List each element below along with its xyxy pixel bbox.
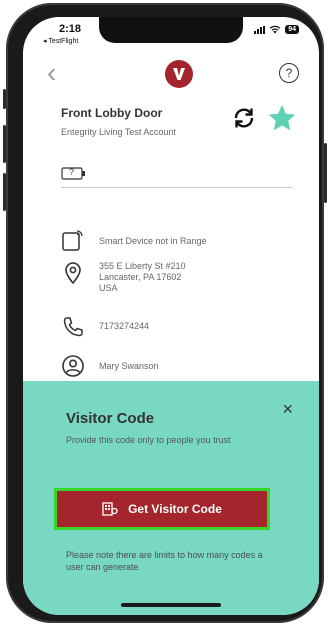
wifi-icon [269,25,281,34]
address-line-1: 355 E Liberty St #210 [99,261,186,271]
contact-row: Mary Swanson [61,354,159,378]
limit-note: Please note there are limits to how many… [66,550,263,572]
phone-frame: 2:18 ◂ TestFlight 94 ‹ ? Front Lobby Doo… [3,3,327,623]
sheet-subtitle: Provide this code only to people you tru… [66,435,231,445]
device-name: Front Lobby Door [61,106,163,120]
volume-down-button [3,173,6,211]
signal-icon [254,25,266,34]
close-icon[interactable]: × [282,399,293,420]
volume-up-button [3,125,6,163]
battery-level-value: ? [69,167,75,177]
person-icon [62,355,84,377]
status-time: 2:18 [59,23,82,35]
divider [61,187,293,188]
smart-device-icon [62,230,83,251]
address-text: 355 E Liberty St #210 Lancaster, PA 1760… [99,261,186,294]
back-to-app-link[interactable]: ◂ TestFlight [43,37,78,45]
battery-level-field: ? [61,167,91,181]
home-indicator[interactable] [121,603,221,607]
power-button [324,143,327,203]
sync-icon[interactable] [231,105,257,131]
phone-row[interactable]: 7173274244 [61,315,149,339]
mute-switch [3,89,6,109]
logo-v-icon [173,68,185,80]
battery-indicator: 94 [285,25,299,34]
status-bar: 2:18 ◂ TestFlight 94 [23,23,319,51]
help-button[interactable]: ? [279,63,299,83]
phone-number: 7173274244 [99,321,150,331]
range-status-row: Smart Device not in Range [61,229,207,253]
address-line-3: USA [99,283,118,293]
status-indicators: 94 [254,25,299,34]
visitor-code-icon [102,502,118,516]
brand-logo [165,60,193,88]
sheet-title: Visitor Code [66,410,155,427]
range-status-text: Smart Device not in Range [99,236,207,246]
get-visitor-code-label: Get Visitor Code [128,502,222,516]
top-nav: ‹ ? [23,55,319,95]
account-name: Entegrity Living Test Account [61,127,176,137]
screen: 2:18 ◂ TestFlight 94 ‹ ? Front Lobby Doo… [23,17,319,615]
location-pin-icon [65,262,81,285]
back-button[interactable]: ‹ [47,59,56,87]
phone-icon [63,317,83,337]
star-icon[interactable] [267,103,297,133]
visitor-code-sheet: Visitor Code × Provide this code only to… [23,381,319,615]
address-line-2: Lancaster, PA 17602 [99,272,182,282]
contact-name: Mary Swanson [99,361,159,371]
address-row[interactable]: 355 E Liberty St #210 Lancaster, PA 1760… [61,261,186,294]
get-visitor-code-button[interactable]: Get Visitor Code [54,488,270,530]
